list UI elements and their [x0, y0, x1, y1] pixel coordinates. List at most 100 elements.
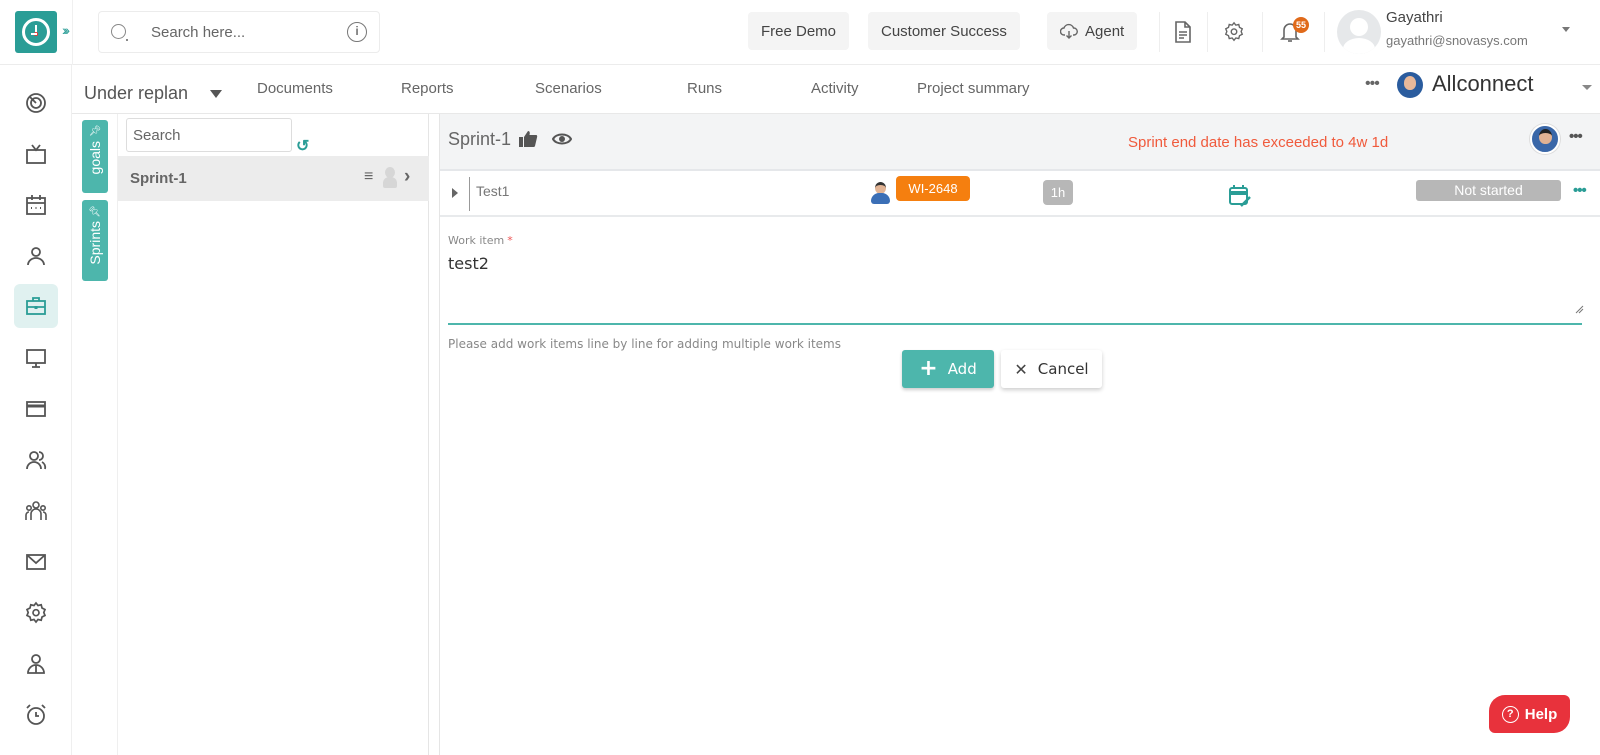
more-options-icon[interactable]: •••	[1365, 75, 1380, 93]
sprint-search-input[interactable]: Search	[126, 118, 292, 152]
work-item-name[interactable]: Test1	[476, 183, 509, 199]
menu-icon[interactable]: ≡	[364, 168, 373, 186]
user-avatar[interactable]	[1337, 10, 1381, 54]
sprint-detail: Sprint-1 Sprint end date has exceeded to…	[439, 114, 1600, 755]
nav-teams[interactable]	[14, 489, 58, 533]
team-icon	[25, 501, 47, 520]
divider	[1207, 12, 1208, 52]
expand-caret-icon[interactable]	[452, 188, 458, 198]
document-icon[interactable]	[1167, 16, 1199, 48]
more-options-icon[interactable]: •••	[1573, 182, 1587, 199]
sprint-owner-avatar[interactable]	[1530, 124, 1560, 154]
chevron-right-icon[interactable]: ›	[404, 166, 410, 188]
info-icon[interactable]: i	[347, 22, 367, 42]
users-icon	[26, 451, 47, 470]
tab-runs[interactable]: Runs	[687, 80, 722, 97]
settings-icon	[25, 601, 47, 624]
monitor-icon	[26, 349, 46, 368]
nav-calendar[interactable]	[14, 183, 58, 227]
help-label: Help	[1524, 705, 1558, 723]
sprints-vertical-tab[interactable]: 📌︎ Sprints	[82, 200, 108, 281]
nav-user[interactable]	[14, 234, 58, 278]
search-icon	[111, 24, 128, 41]
nav-users[interactable]	[14, 438, 58, 482]
sprints-tab-label: Sprints	[87, 221, 103, 265]
nav-tv[interactable]	[14, 132, 58, 176]
divider	[1324, 12, 1325, 52]
work-item-textarea[interactable]	[448, 251, 1582, 325]
app-root: ››› Search here... i Free Demo Customer …	[0, 0, 1600, 755]
add-button[interactable]: + Add	[902, 350, 994, 388]
nav-billing[interactable]	[14, 387, 58, 431]
nav-mail[interactable]	[14, 540, 58, 584]
help-icon: ?	[1501, 705, 1519, 723]
top-header: ››› Search here... i Free Demo Customer …	[0, 0, 1600, 65]
project-name[interactable]: Allconnect	[1432, 71, 1534, 97]
tab-project-summary[interactable]: Project summary	[917, 80, 1030, 97]
nav-monitor[interactable]	[14, 336, 58, 380]
assignee-avatar[interactable]	[870, 182, 890, 204]
nav-settings[interactable]	[14, 591, 58, 635]
tab-activity[interactable]: Activity	[811, 80, 859, 97]
estimate-badge[interactable]: 1h	[1043, 180, 1073, 205]
help-button[interactable]: ? Help	[1489, 695, 1570, 733]
pin-icon[interactable]: 📌︎	[89, 126, 102, 137]
project-status-dropdown[interactable]: Under replan	[84, 83, 188, 104]
calendar-icon	[26, 195, 46, 215]
free-demo-button[interactable]: Free Demo	[748, 12, 850, 50]
dashboard-icon	[26, 93, 46, 113]
agent-label: Agent	[1085, 22, 1125, 40]
goals-vertical-tab[interactable]: 📌︎ goals	[82, 120, 108, 193]
more-options-icon[interactable]: •••	[1569, 128, 1583, 145]
user-name[interactable]: Gayathri	[1386, 9, 1443, 26]
global-search[interactable]: Search here... i	[98, 11, 380, 53]
expand-sidebar-icon[interactable]: ›››	[62, 22, 70, 38]
alarm-icon	[26, 704, 46, 725]
work-item-id-badge[interactable]: WI-2648	[896, 176, 970, 201]
pin-icon[interactable]: 📌︎	[89, 205, 100, 218]
sprint-title: Sprint-1	[448, 129, 512, 149]
add-work-item-form: Work item* Please add work items line by…	[448, 234, 1593, 351]
divider	[1159, 12, 1160, 52]
refresh-icon[interactable]: ↺	[296, 136, 309, 156]
user-placeholder-icon	[382, 167, 398, 189]
card-icon	[26, 401, 46, 417]
resize-handle-icon[interactable]	[1574, 304, 1584, 314]
nav-projects[interactable]	[14, 284, 58, 328]
clock-logo-icon	[22, 18, 50, 46]
work-item-hint: Please add work items line by line for a…	[448, 337, 841, 351]
add-label: Add	[947, 360, 977, 378]
tv-icon	[26, 144, 46, 164]
notification-badge: 55	[1293, 17, 1309, 33]
nav-profile[interactable]	[14, 642, 58, 686]
nav-alarm[interactable]	[14, 693, 58, 737]
cancel-label: Cancel	[1037, 360, 1089, 378]
project-caret-icon[interactable]	[1582, 85, 1592, 90]
customer-success-button[interactable]: Customer Success	[868, 12, 1020, 50]
user-icon	[27, 247, 45, 266]
cloud-download-icon	[1060, 23, 1078, 39]
nav-dashboard[interactable]	[14, 81, 58, 125]
tab-scenarios[interactable]: Scenarios	[535, 80, 602, 97]
settings-icon[interactable]	[1218, 16, 1250, 48]
user-menu-caret-icon[interactable]	[1562, 27, 1570, 32]
close-icon: ✕	[1014, 359, 1028, 379]
tab-reports[interactable]: Reports	[401, 80, 454, 97]
tab-documents[interactable]: Documents	[257, 80, 333, 97]
customer-success-label: Customer Success	[881, 22, 1007, 40]
cancel-button[interactable]: ✕ Cancel	[1001, 350, 1102, 388]
calendar-edit-icon[interactable]	[1228, 184, 1252, 208]
status-badge[interactable]: Not started	[1416, 180, 1561, 201]
left-nav	[0, 65, 72, 755]
caret-down-icon[interactable]	[210, 90, 222, 98]
work-item-row[interactable]: Test1 WI-2648 1h Not started •••	[440, 171, 1600, 217]
free-demo-label: Free Demo	[761, 22, 837, 40]
goals-tab-label: goals	[87, 141, 103, 175]
thumbs-up-icon[interactable]	[518, 130, 538, 148]
app-logo[interactable]	[15, 11, 57, 53]
search-input[interactable]: Search here...	[151, 24, 245, 41]
divider	[1262, 12, 1263, 52]
agent-button[interactable]: Agent	[1047, 12, 1138, 50]
sprint-list-item[interactable]: Sprint-1 ≡ ›	[118, 156, 429, 201]
eye-icon[interactable]	[552, 132, 572, 146]
